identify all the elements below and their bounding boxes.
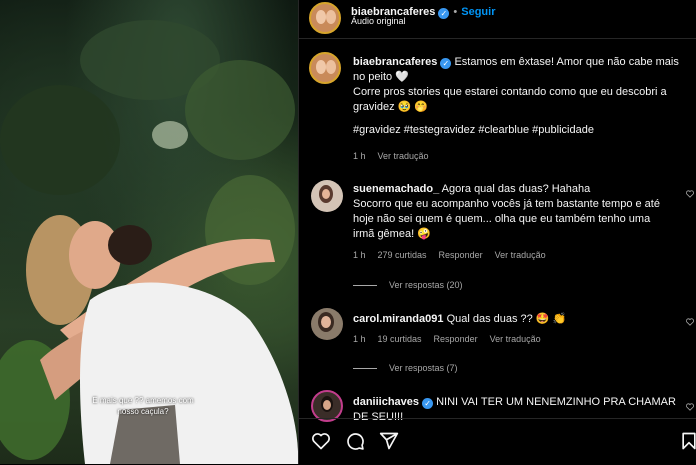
replies-divider (353, 285, 377, 287)
view-replies-label: Ver respostas (7) (389, 363, 458, 373)
comment-text: NINI VAI TER UM NENEMZINHO PRA CHAMAR (436, 396, 676, 408)
comment-translate-button[interactable]: Ver tradução (490, 334, 541, 344)
comment-avatar[interactable] (311, 308, 343, 340)
comment-time: 1 h (353, 250, 366, 260)
comment-username[interactable]: carol.miranda091 (353, 313, 444, 325)
audio-label[interactable]: Áudio original (351, 16, 406, 26)
comment-text-line: irmã gêmea! 🤪 (353, 228, 431, 240)
comment-likes[interactable]: 279 curtidas (378, 250, 427, 260)
view-replies-label: Ver respostas (20) (389, 280, 463, 290)
follow-button[interactable]: Seguir (461, 6, 495, 18)
heart-icon[interactable] (311, 431, 331, 451)
post-caption: biaebrancaferes ✓ Estamos em êxtase! Amor… (353, 55, 693, 138)
bookmark-icon[interactable] (679, 431, 696, 451)
replies-divider (353, 368, 377, 370)
media-caption: E mais que ?? amemos com nosso caçula? (92, 396, 194, 416)
comment-username[interactable]: daniiichaves (353, 396, 419, 408)
caption-meta: 1 h Ver tradução (353, 151, 441, 161)
comment-like-icon[interactable] (686, 190, 694, 198)
caption-time: 1 h (353, 151, 366, 161)
caption-translate-button[interactable]: Ver tradução (378, 151, 429, 161)
comment-text: Agora qual das duas? Hahaha (441, 183, 591, 195)
comment-meta: 1 h 19 curtidas Responder Ver tradução (353, 334, 553, 344)
comment-reply-button[interactable]: Responder (439, 250, 483, 260)
comment-body: carol.miranda091 Qual das duas ?? 🤩 👏 (353, 312, 689, 327)
verified-icon: ✓ (438, 8, 450, 19)
verified-icon: ✓ (422, 398, 434, 409)
verified-icon: ✓ (440, 58, 452, 69)
share-icon[interactable] (379, 431, 399, 451)
comment-likes[interactable]: 19 curtidas (378, 334, 422, 344)
author-avatar[interactable] (309, 2, 341, 34)
view-replies-button[interactable]: Ver respostas (20) (353, 280, 463, 290)
separator-dot: • (453, 6, 458, 18)
comment-translate-button[interactable]: Ver tradução (495, 250, 546, 260)
comment-icon[interactable] (345, 431, 365, 451)
comment-text: Qual das duas ?? 🤩 👏 (446, 313, 567, 325)
comment-avatar[interactable] (311, 180, 343, 212)
caption-text-line4: gravidez 🥹 🤭 (353, 101, 429, 113)
caption-text-line1: Estamos em êxtase! Amor que não cabe mai… (454, 56, 679, 68)
comment-reply-button[interactable]: Responder (434, 334, 478, 344)
comment-body: suenemachado_ Agora qual das duas? Hahah… (353, 182, 689, 242)
comment-time: 1 h (353, 334, 366, 344)
post-media[interactable]: E mais que ?? amemos com nosso caçula? (0, 0, 298, 464)
comment-username[interactable]: suenemachado_ (353, 183, 439, 195)
caption-avatar[interactable] (309, 52, 341, 84)
post-actions-bar (299, 418, 696, 465)
comment-like-icon[interactable] (686, 403, 694, 411)
caption-text-line3: Corre pros stories que estarei contando … (353, 86, 667, 98)
caption-username[interactable]: biaebrancaferes (353, 56, 437, 68)
comment-text-line: hoje não sei quem é quem... olha que eu … (353, 213, 651, 225)
caption-text-line2: no peito 🤍 (353, 71, 409, 83)
comment-meta: 1 h 279 curtidas Responder Ver tradução (353, 250, 558, 260)
view-replies-button[interactable]: Ver respostas (7) (353, 363, 458, 373)
post-side-panel: biaebrancaferes ✓ • Seguir Áudio original b… (298, 0, 696, 464)
post-header: biaebrancaferes ✓ • Seguir Áudio original (299, 0, 696, 39)
comment-like-icon[interactable] (686, 318, 694, 326)
comment-text-line: Socorro que eu acompanho vocês já tem ba… (353, 198, 660, 210)
caption-hashtags[interactable]: #gravidez #testegravidez #clearblue #pub… (353, 123, 693, 138)
